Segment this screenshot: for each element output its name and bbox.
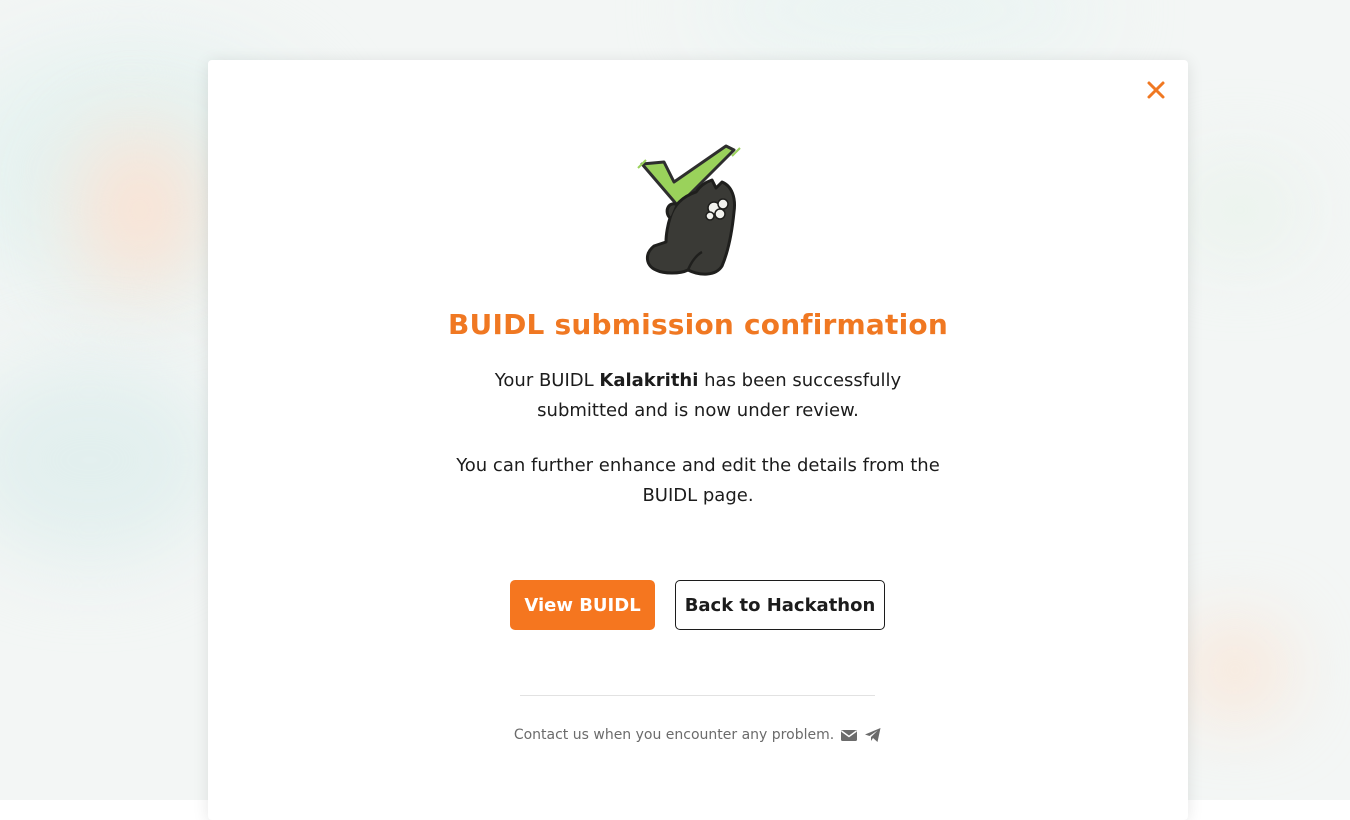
buidl-name: Kalakrithi: [599, 370, 699, 391]
close-icon: [1147, 81, 1165, 99]
view-buidl-button[interactable]: View BUIDL: [510, 580, 655, 630]
backdrop-blob: [1190, 630, 1280, 710]
contact-footer: Contact us when you encounter any proble…: [208, 726, 1188, 744]
telegram-icon[interactable]: [864, 726, 882, 744]
backdrop-blob: [700, 0, 1100, 60]
submission-message: Your BUIDL Kalakrithi has been successfu…: [448, 366, 948, 426]
backdrop-blob: [80, 130, 200, 290]
modal-title: BUIDL submission confirmation: [448, 308, 948, 341]
submission-confirmation-modal: BUIDL submission confirmation Your BUIDL…: [208, 60, 1188, 820]
divider: [520, 695, 875, 696]
email-icon[interactable]: [840, 726, 858, 744]
backdrop-blob: [0, 360, 220, 560]
contact-text: Contact us when you encounter any proble…: [513, 727, 835, 743]
edit-hint-message: You can further enhance and edit the det…: [456, 455, 940, 506]
backdrop-blob: [1180, 170, 1300, 250]
back-to-hackathon-button[interactable]: Back to Hackathon: [675, 580, 885, 630]
close-button[interactable]: [1144, 78, 1168, 102]
message-text: Your BUIDL: [494, 370, 600, 391]
cat-checkmark-illustration: [636, 142, 762, 282]
